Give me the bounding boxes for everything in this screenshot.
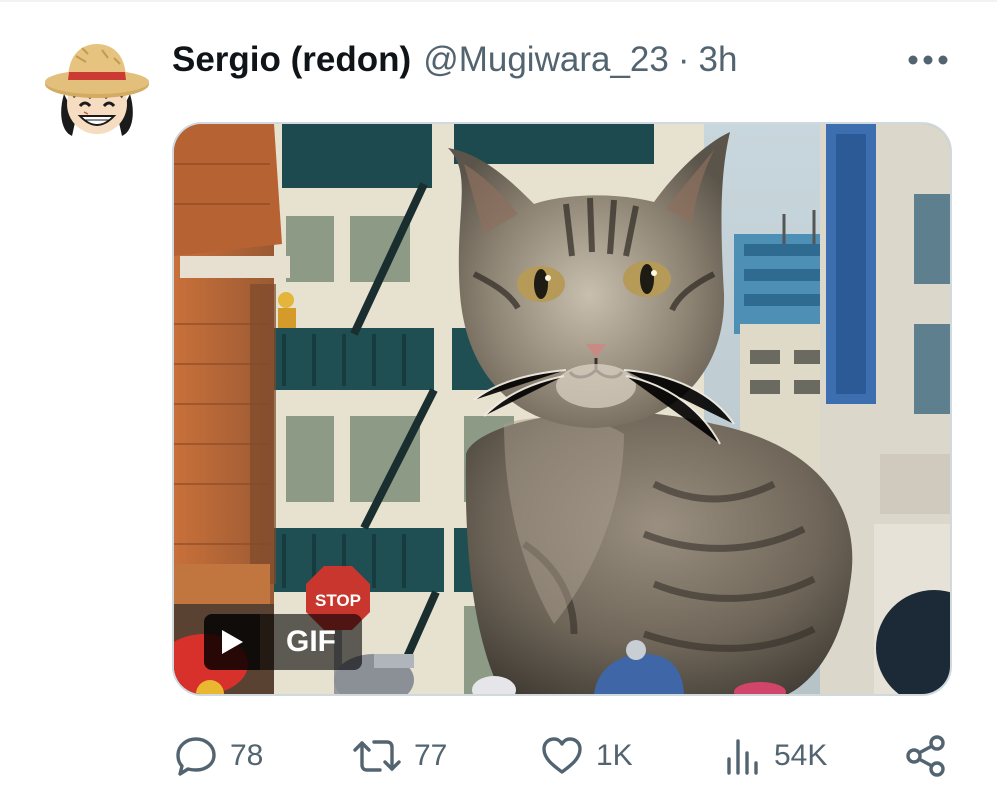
tweet-actions-bar: 78 77 1K 54K [0, 726, 997, 786]
reply-count: 78 [230, 739, 264, 772]
tweet-timestamp[interactable]: 3h [699, 38, 738, 82]
author-display-name[interactable]: Sergio (redon) [172, 38, 411, 82]
gif-play-button[interactable] [204, 614, 260, 670]
author-handle[interactable]: @Mugiwara_23 [423, 38, 669, 82]
share-button[interactable] [904, 726, 948, 786]
like-button[interactable]: 1K [540, 726, 633, 786]
gif-frame-cat-in-city: STOP [174, 124, 950, 694]
views-chart-icon [727, 739, 758, 775]
header-separator: · [677, 40, 690, 79]
views-count: 54K [774, 739, 828, 772]
retweet-icon [353, 740, 401, 772]
straw-hat-character-avatar-icon [45, 44, 149, 136]
share-icon [906, 735, 945, 777]
retweet-count: 77 [414, 739, 448, 772]
gif-badge[interactable]: GIF [204, 614, 362, 670]
tweet-header: Sergio (redon) @Mugiwara_23 · 3h [172, 38, 737, 82]
retweet-button[interactable]: 77 [352, 726, 447, 786]
like-count: 1K [596, 739, 633, 772]
stop-sign-text: STOP [315, 591, 361, 610]
gif-label: GIF [260, 614, 362, 670]
reply-button[interactable]: 78 [174, 726, 263, 786]
top-divider [0, 0, 997, 2]
views-button[interactable]: 54K [724, 726, 827, 786]
tweet-card[interactable]: Sergio (redon) @Mugiwara_23 · 3h STOP GI… [0, 0, 997, 800]
play-icon [222, 630, 243, 654]
more-horizontal-icon [908, 55, 948, 65]
author-avatar[interactable] [42, 32, 152, 142]
reply-bubble-icon [176, 737, 216, 776]
more-options-button[interactable] [900, 40, 956, 80]
tweet-media-gif[interactable]: STOP GIF [172, 122, 952, 696]
heart-icon [542, 737, 582, 774]
